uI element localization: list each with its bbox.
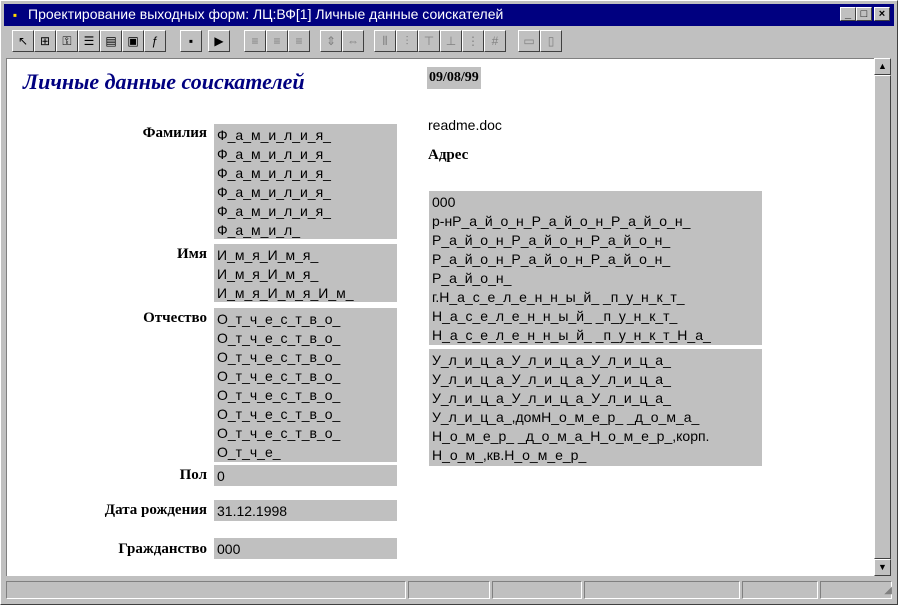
scroll-up-icon[interactable]: ▲ xyxy=(874,58,891,75)
birthdate-label: Дата рождения xyxy=(104,502,207,518)
resize-grip-icon[interactable]: ◢ xyxy=(878,585,892,599)
name-field[interactable]: И_м_я_И_м_я_ И_м_я_И_м_я_ И_м_я_И_м_я_И_… xyxy=(214,244,397,302)
formula-icon[interactable]: ƒ xyxy=(144,30,166,52)
citizenship-field[interactable]: 000 xyxy=(214,538,397,559)
close-button[interactable]: × xyxy=(874,7,890,21)
scroll-thumb[interactable] xyxy=(874,75,891,559)
align-bottom-icon[interactable]: ⊥ xyxy=(440,30,462,52)
grid-icon[interactable]: # xyxy=(484,30,506,52)
same-width-icon[interactable]: ⇔ xyxy=(342,30,364,52)
date-field[interactable]: 09/08/99 xyxy=(427,67,481,89)
status-panel xyxy=(408,581,490,599)
field-icon[interactable]: ▭ xyxy=(518,30,540,52)
align-top-icon[interactable]: ⊤ xyxy=(418,30,440,52)
run-icon[interactable]: ▶ xyxy=(208,30,230,52)
vertical-scrollbar[interactable]: ▲ ▼ xyxy=(874,58,891,576)
scroll-down-icon[interactable]: ▼ xyxy=(874,559,891,576)
space-v-icon[interactable]: ⫶ xyxy=(396,30,418,52)
status-panel xyxy=(584,581,740,599)
status-panel xyxy=(492,581,582,599)
space-h-icon[interactable]: ⫴ xyxy=(374,30,396,52)
text-block-icon[interactable]: ▤ xyxy=(100,30,122,52)
address-region-field[interactable]: 000 р-нР_а_й_о_н_Р_а_й_о_н_Р_а_й_о_н_ Р_… xyxy=(429,191,762,345)
same-height-icon[interactable]: ⇕ xyxy=(320,30,342,52)
toolbar: ↖ ⊞ ⚿ ☰ ▤ ▣ ƒ ▪ ▶ ≡ ≡ ≡ ⇕ ⇔ ⫴ ⫶ ⊤ ⊥ ⋮ # … xyxy=(4,28,894,56)
surname-field[interactable]: Ф_а_м_и_л_и_я_ Ф_а_м_и_л_и_я_ Ф_а_м_и_л_… xyxy=(214,124,397,239)
list-icon[interactable]: ☰ xyxy=(78,30,100,52)
page-icon[interactable]: ▯ xyxy=(540,30,562,52)
status-panel xyxy=(742,581,818,599)
distribute-icon[interactable]: ⋮ xyxy=(462,30,484,52)
form-canvas[interactable]: Личные данные соискателей 09/08/99 Фамил… xyxy=(6,58,875,576)
pointer-tool-icon[interactable]: ↖ xyxy=(12,30,34,52)
application-window: ▪ Проектирование выходных форм: ЛЦ:ВФ[1]… xyxy=(0,0,898,605)
address-street-field[interactable]: У_л_и_ц_а_У_л_и_ц_а_У_л_и_ц_а_ У_л_и_ц_а… xyxy=(429,349,762,466)
form-title: Личные данные соискателей xyxy=(23,69,305,94)
align-right-icon[interactable]: ≡ xyxy=(288,30,310,52)
address-label: Адрес xyxy=(428,147,469,163)
citizenship-label: Гражданство xyxy=(118,541,207,557)
sex-label: Пол xyxy=(179,467,207,483)
frame-tool-icon[interactable]: ⊞ xyxy=(34,30,56,52)
status-panel xyxy=(6,581,406,599)
patronymic-label: Отчество xyxy=(143,310,207,326)
app-icon[interactable]: ▪ xyxy=(8,8,22,22)
file-name[interactable]: readme.doc xyxy=(428,117,502,133)
image-icon[interactable]: ▣ xyxy=(122,30,144,52)
maximize-button[interactable]: □ xyxy=(856,7,872,21)
surname-label: Фамилия xyxy=(142,125,207,141)
key-field-icon[interactable]: ⚿ xyxy=(56,30,78,52)
minimize-button[interactable]: _ xyxy=(840,7,856,21)
status-bar: ◢ xyxy=(4,579,894,601)
align-left-icon[interactable]: ≡ xyxy=(244,30,266,52)
name-label: Имя xyxy=(177,246,207,262)
patronymic-field[interactable]: О_т_ч_е_с_т_в_о_ О_т_ч_е_с_т_в_о_ О_т_ч_… xyxy=(214,308,397,462)
title-bar[interactable]: ▪ Проектирование выходных форм: ЛЦ:ВФ[1]… xyxy=(4,4,894,26)
save-icon[interactable]: ▪ xyxy=(180,30,202,52)
sex-field[interactable]: 0 xyxy=(214,465,397,486)
birthdate-field[interactable]: 31.12.1998 xyxy=(214,500,397,521)
align-center-icon[interactable]: ≡ xyxy=(266,30,288,52)
window-title: Проектирование выходных форм: ЛЦ:ВФ[1] Л… xyxy=(28,6,504,22)
